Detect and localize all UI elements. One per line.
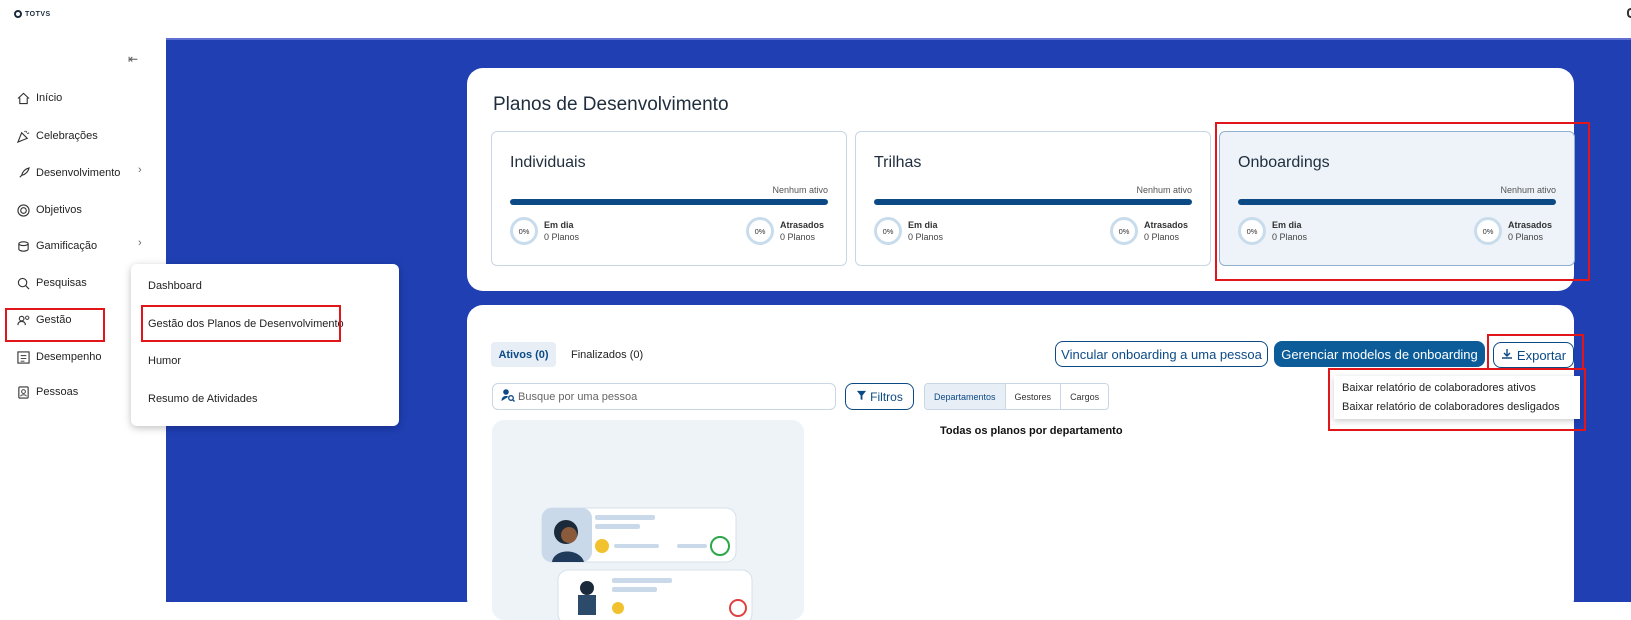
- progress-ring: 0%: [746, 217, 774, 245]
- stat-label: Atrasados: [1144, 220, 1189, 230]
- sidebar-item-inicio[interactable]: Início: [16, 89, 62, 107]
- collapse-sidebar-icon[interactable]: ⇤: [128, 52, 138, 66]
- stat-value: 0 Planos: [1144, 232, 1180, 242]
- sidebar-item-objetivos[interactable]: Objetivos: [16, 201, 82, 219]
- chart-title: Todas os planos por departamento: [940, 425, 1123, 437]
- tab-ativos[interactable]: Ativos (0): [491, 342, 556, 367]
- segment-departamentos[interactable]: Departamentos: [925, 384, 1006, 409]
- card-status: Nenhum ativo: [1136, 185, 1192, 195]
- coins-icon: [16, 239, 30, 253]
- card-status: Nenhum ativo: [772, 185, 828, 195]
- sidebar-item-pesquisas[interactable]: Pesquisas: [16, 274, 87, 292]
- ontime-stat: 0% Em dia 0 Planos: [874, 217, 943, 245]
- filter-icon: [856, 390, 867, 404]
- progress-bar: [510, 199, 828, 205]
- sidebar-item-celebracoes[interactable]: Celebrações: [16, 127, 98, 145]
- highlight-gestao-planos: [141, 305, 341, 342]
- home-icon: [16, 91, 30, 105]
- sidebar-item-label: Pesquisas: [36, 277, 87, 289]
- stat-value: 0 Planos: [544, 232, 580, 242]
- party-icon: [16, 129, 30, 143]
- tab-finalizados[interactable]: Finalizados (0): [571, 342, 643, 367]
- stat-label: Em dia: [908, 220, 938, 230]
- user-avatar[interactable]: [1627, 8, 1631, 18]
- flyout-item-humor[interactable]: Humor: [148, 355, 181, 367]
- chevron-right-icon[interactable]: ›: [138, 237, 142, 249]
- progress-ring: 0%: [1110, 217, 1138, 245]
- individuais-card[interactable]: Individuais Nenhum ativo 0% Em dia 0 Plan…: [491, 131, 847, 266]
- sidebar-item-label: Desenvolvimento: [36, 167, 121, 179]
- late-stat: 0% Atrasados 0 Planos: [746, 217, 824, 245]
- logo-ring-icon: [14, 10, 22, 18]
- sidebar-item-label: Desempenho: [36, 351, 102, 363]
- highlight-export-menu: [1328, 368, 1586, 431]
- highlight-gestao: [5, 308, 105, 342]
- totvs-logo[interactable]: TOTVS: [14, 10, 51, 18]
- highlight-export: [1487, 334, 1584, 370]
- segment-cargos[interactable]: Cargos: [1061, 384, 1108, 409]
- progress-bar: [874, 199, 1192, 205]
- stat-value: 0 Planos: [908, 232, 944, 242]
- search-placeholder: Busque por uma pessoa: [518, 390, 638, 403]
- top-bar: TOTVS: [0, 0, 1631, 38]
- search-chart-icon: [16, 276, 30, 290]
- sidebar-item-desenvolvimento[interactable]: Desenvolvimento: [16, 164, 120, 182]
- ontime-stat: 0% Em dia 0 Planos: [510, 217, 579, 245]
- progress-ring: 0%: [510, 217, 538, 245]
- sidebar-item-label: Gamificação: [36, 240, 98, 252]
- sidebar-item-label: Início: [36, 92, 63, 104]
- logo-text: TOTVS: [25, 10, 51, 18]
- segment-gestores[interactable]: Gestores: [1006, 384, 1062, 409]
- person-search-icon: [501, 388, 515, 405]
- sidebar-item-label: Celebrações: [36, 130, 98, 142]
- flyout-item-resumo[interactable]: Resumo de Atividades: [148, 393, 257, 405]
- chevron-right-icon[interactable]: ›: [138, 164, 142, 176]
- highlight-onboardings: [1215, 122, 1590, 281]
- gestao-flyout-menu: Dashboard Gestão dos Planos de Desenvolv…: [131, 264, 399, 426]
- sidebar-item-pessoas[interactable]: Pessoas: [16, 383, 78, 401]
- sidebar-item-label: Pessoas: [36, 386, 79, 398]
- stat-label: Atrasados: [780, 220, 825, 230]
- sidebar-item-gamificacao[interactable]: Gamificação: [16, 237, 97, 255]
- badge-icon: [16, 385, 30, 399]
- flyout-item-dashboard[interactable]: Dashboard: [148, 280, 202, 292]
- filters-label: Filtros: [870, 389, 903, 404]
- group-by-segmented: Departamentos Gestores Cargos: [924, 383, 1110, 410]
- filters-button[interactable]: Filtros: [845, 383, 914, 410]
- link-onboarding-button[interactable]: Vincular onboarding a uma pessoa: [1055, 341, 1268, 367]
- manage-models-button[interactable]: Gerenciar modelos de onboarding: [1274, 341, 1485, 367]
- search-input[interactable]: Busque por uma pessoa: [492, 383, 836, 410]
- rocket-icon: [16, 166, 30, 180]
- card-title: Individuais: [510, 154, 586, 171]
- stat-label: Em dia: [544, 220, 574, 230]
- sidebar-item-desempenho[interactable]: Desempenho: [16, 348, 101, 366]
- progress-ring: 0%: [874, 217, 902, 245]
- plans-list-card: Ativos (0) Finalizados (0) Vincular onbo…: [467, 305, 1574, 620]
- card-title: Trilhas: [874, 154, 922, 171]
- target-icon: [16, 203, 30, 217]
- stat-value: 0 Planos: [780, 232, 816, 242]
- empty-state-illustration: [492, 420, 804, 620]
- list-icon: [16, 350, 30, 364]
- trilhas-card[interactable]: Trilhas Nenhum ativo 0% Em dia 0 Planos 0…: [855, 131, 1211, 266]
- late-stat: 0% Atrasados 0 Planos: [1110, 217, 1188, 245]
- page-title: Planos de Desenvolvimento: [493, 94, 729, 115]
- sidebar-item-label: Objetivos: [36, 204, 82, 216]
